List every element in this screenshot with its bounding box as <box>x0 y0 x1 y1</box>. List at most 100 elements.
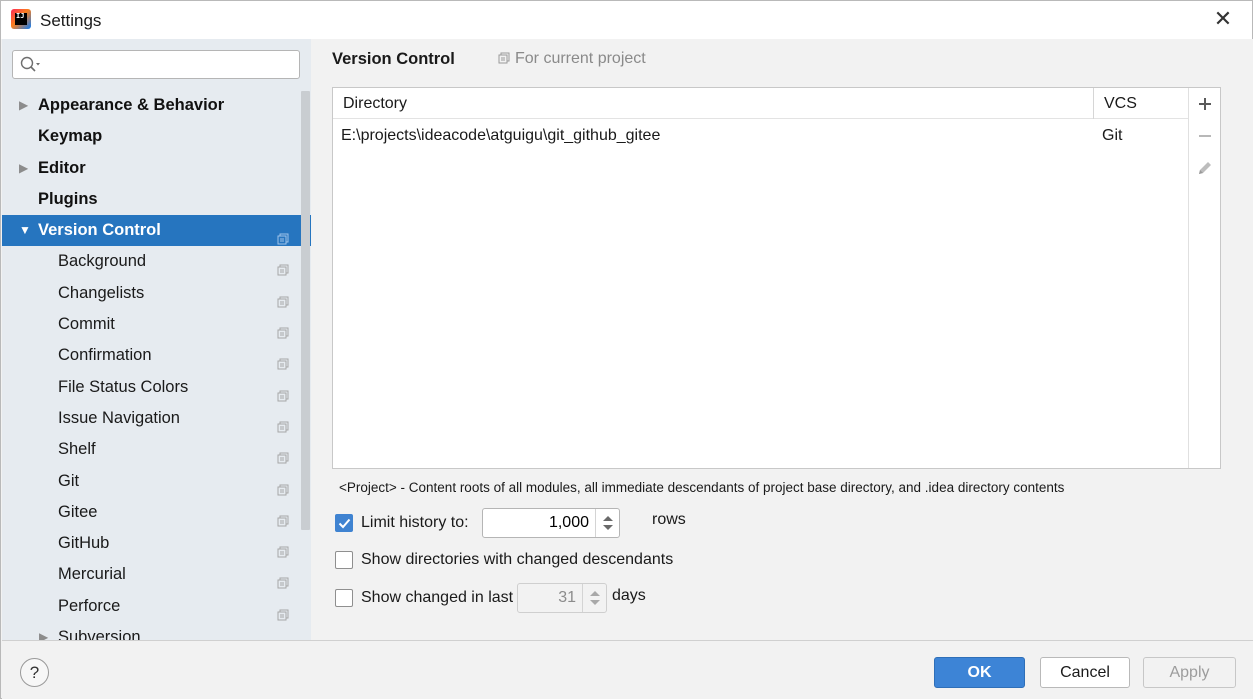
project-scope-text: For current project <box>515 50 646 67</box>
sidebar-item-background[interactable]: Background <box>2 246 298 277</box>
sidebar-item-editor[interactable]: ▶ Editor <box>2 153 298 184</box>
project-scope-icon <box>277 350 289 370</box>
settings-tree: ▶ Appearance & Behavior Keymap ▶ Editor Plugi… <box>2 90 311 640</box>
sidebar-item-shelf[interactable]: Shelf <box>2 434 298 465</box>
plus-icon <box>1199 98 1211 110</box>
table-header: Directory VCS <box>333 88 1188 119</box>
settings-content: Version Control For current project Dire… <box>311 39 1253 640</box>
show-changed-spinner[interactable] <box>517 583 607 613</box>
project-scope-icon <box>277 601 289 621</box>
close-icon[interactable]: ✕ <box>1212 8 1234 31</box>
project-scope-icon <box>277 507 289 527</box>
sidebar-item-plugins[interactable]: Plugins <box>2 184 298 215</box>
project-hint-text: <Project> - Content roots of all modules… <box>339 480 1065 495</box>
limit-history-spinner[interactable] <box>482 508 620 538</box>
project-scope-icon <box>277 319 289 339</box>
sidebar-item-label: Plugins <box>38 189 98 208</box>
sidebar-item-confirmation[interactable]: Confirmation <box>2 340 298 371</box>
collapsed-arrow-icon[interactable]: ▶ <box>39 622 48 640</box>
project-scope-icon <box>277 538 289 558</box>
collapsed-arrow-icon[interactable]: ▶ <box>19 90 31 121</box>
show-directories-option: Show directories with changed descendant… <box>335 551 735 575</box>
dialog-footer: ? OK Cancel Apply <box>2 640 1253 699</box>
sidebar-item-label: GitHub <box>58 534 110 553</box>
sidebar-item-gitee[interactable]: Gitee <box>2 497 298 528</box>
column-header-directory[interactable]: Directory <box>343 95 407 113</box>
sidebar-item-label: Background <box>58 252 147 271</box>
show-directories-label: Show directories with changed descendant… <box>361 551 674 568</box>
project-scope-label: For current project <box>498 50 646 68</box>
settings-search[interactable] <box>12 50 300 79</box>
intellij-app-icon: IJ <box>11 9 31 29</box>
table-toolbar <box>1188 88 1220 468</box>
check-icon <box>338 518 351 529</box>
sidebar-item-mercurial[interactable]: Mercurial <box>2 559 298 590</box>
title-bar: IJ Settings ✕ <box>1 1 1252 39</box>
sidebar-item-label: Git <box>58 471 80 490</box>
project-scope-icon <box>277 444 289 464</box>
sidebar-item-appearance-behavior[interactable]: ▶ Appearance & Behavior <box>2 90 298 121</box>
sidebar-item-perforce[interactable]: Perforce <box>2 591 298 622</box>
expanded-arrow-icon[interactable]: ▼ <box>19 215 31 246</box>
project-scope-icon <box>277 476 289 496</box>
sidebar-item-label: Mercurial <box>58 565 126 584</box>
remove-mapping-button[interactable] <box>1195 126 1215 146</box>
project-scope-icon <box>277 382 289 402</box>
sidebar-item-file-status-colors[interactable]: File Status Colors <box>2 372 298 403</box>
sidebar-item-label: Keymap <box>38 127 103 146</box>
edit-mapping-button[interactable] <box>1195 158 1215 178</box>
limit-history-input[interactable] <box>487 513 589 533</box>
project-scope-icon <box>277 569 289 589</box>
spinner-up-down-icon <box>590 591 600 605</box>
pencil-icon <box>1199 162 1211 174</box>
collapsed-arrow-icon[interactable]: ▶ <box>19 153 31 184</box>
sidebar-item-issue-navigation[interactable]: Issue Navigation <box>2 403 298 434</box>
apply-button[interactable]: Apply <box>1143 657 1236 688</box>
column-header-vcs[interactable]: VCS <box>1104 95 1137 113</box>
sidebar-item-label: Changelists <box>58 283 145 302</box>
minus-icon <box>1199 135 1211 137</box>
page-title: Version Control <box>332 50 455 68</box>
sidebar-item-version-control[interactable]: ▼ Version Control <box>2 215 311 247</box>
project-scope-icon <box>277 225 289 245</box>
show-directories-checkbox[interactable] <box>335 551 353 569</box>
sidebar-item-commit[interactable]: Commit <box>2 309 298 340</box>
sidebar-item-label: Appearance & Behavior <box>38 96 225 114</box>
spinner-up-down-icon <box>603 516 613 530</box>
search-icon <box>20 56 40 72</box>
sidebar-item-label: Perforce <box>58 596 121 615</box>
project-scope-icon <box>277 256 289 276</box>
window-title: Settings <box>40 11 102 30</box>
project-scope-icon <box>277 632 289 640</box>
show-changed-label: Show changed in last <box>361 589 514 606</box>
table-row[interactable]: E:\projects\ideacode\atguigu\git_github_… <box>333 121 1188 151</box>
sidebar-item-subversion[interactable]: ▶ Subversion <box>2 622 298 640</box>
project-scope-icon <box>277 288 289 308</box>
column-separator[interactable] <box>1093 88 1094 119</box>
limit-history-checkbox[interactable] <box>335 514 353 532</box>
search-input[interactable] <box>45 54 295 75</box>
ok-button[interactable]: OK <box>934 657 1025 688</box>
sidebar-item-label: File Status Colors <box>58 377 189 396</box>
sidebar-item-git[interactable]: Git <box>2 466 298 497</box>
settings-sidebar: ▶ Appearance & Behavior Keymap ▶ Editor Plugi… <box>2 39 311 640</box>
vcs-mappings-table: Directory VCS E:\projects\ideacode\atgui… <box>332 87 1221 469</box>
show-changed-days-input[interactable] <box>522 588 576 608</box>
help-button[interactable]: ? <box>20 658 49 687</box>
show-changed-checkbox[interactable] <box>335 589 353 607</box>
cancel-button[interactable]: Cancel <box>1040 657 1130 688</box>
sidebar-item-keymap[interactable]: Keymap <box>2 121 298 152</box>
sidebar-item-label: Shelf <box>58 440 96 459</box>
spinner-arrows[interactable] <box>595 509 619 537</box>
sidebar-item-label: Commit <box>58 315 115 334</box>
row-directory: E:\projects\ideacode\atguigu\git_github_… <box>341 127 661 144</box>
sidebar-item-github[interactable]: GitHub <box>2 528 298 559</box>
sidebar-item-label: Confirmation <box>58 346 152 365</box>
project-scope-icon <box>277 413 289 433</box>
spinner-arrows-disabled[interactable] <box>582 584 606 612</box>
show-changed-option: Show changed in last days <box>335 583 715 619</box>
sidebar-item-changelists[interactable]: Changelists <box>2 278 298 309</box>
project-scope-icon <box>498 52 510 64</box>
add-mapping-button[interactable] <box>1195 94 1215 114</box>
sidebar-scrollbar-thumb[interactable] <box>301 91 310 530</box>
